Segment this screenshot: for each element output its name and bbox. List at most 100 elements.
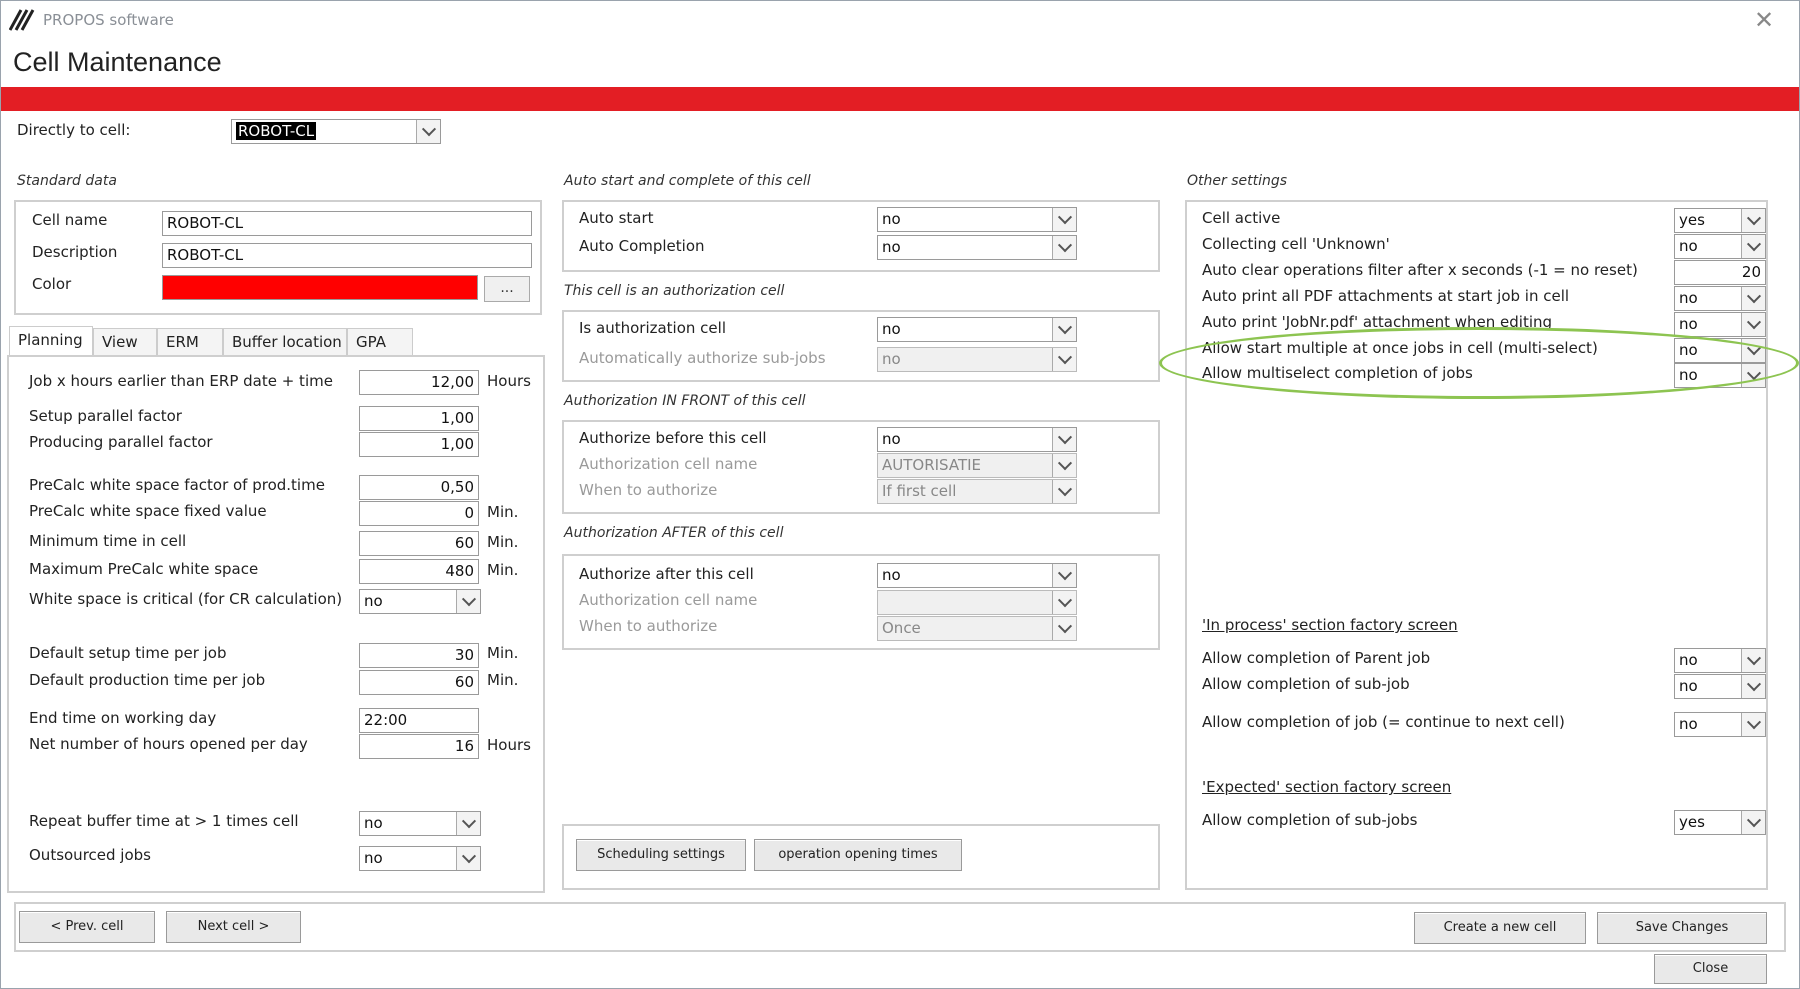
standard-data-title: Standard data	[17, 173, 117, 189]
authorization-cell-title: This cell is an authorization cell	[564, 283, 785, 299]
combo-value: no	[882, 238, 901, 256]
planning-label: Net number of hours opened per day	[29, 735, 308, 753]
chevron-down-icon[interactable]	[1052, 564, 1076, 587]
chevron-down-icon[interactable]	[1052, 617, 1076, 640]
planning-field[interactable]: 16	[359, 734, 479, 759]
planning-label: Outsourced jobs	[29, 846, 151, 864]
planning-unit: Min.	[487, 644, 519, 662]
color-swatch[interactable]	[162, 275, 478, 300]
chevron-down-icon[interactable]	[1741, 339, 1765, 362]
chevron-down-icon[interactable]	[1741, 649, 1765, 672]
propos-logo-icon	[9, 9, 35, 31]
planning-label: Job x hours earlier than ERP date + time	[29, 372, 333, 390]
description-field[interactable]: ROBOT-CL	[162, 243, 532, 268]
chevron-down-icon[interactable]	[1052, 208, 1076, 231]
chevron-down-icon[interactable]	[1741, 713, 1765, 736]
operation-opening-times-button[interactable]: operation opening times	[754, 839, 962, 871]
planning-label: Minimum time in cell	[29, 532, 187, 550]
tab-gpa[interactable]: GPA	[347, 328, 413, 357]
combo-value: no	[1679, 341, 1698, 359]
planning-field[interactable]: 60	[359, 531, 479, 556]
when-to-authorize-combo[interactable]: If first cell	[877, 479, 1077, 504]
outsourced-jobs-combo[interactable]: no	[359, 846, 481, 871]
allow-completion-job-combo[interactable]: no	[1674, 712, 1766, 737]
auto-print-jobnr-label: Auto print 'JobNr.pdf' attachment when e…	[1202, 313, 1553, 331]
repeat-buffer-combo[interactable]: no	[359, 811, 481, 836]
authorize-before-combo[interactable]: no	[877, 427, 1077, 452]
cell-active-combo[interactable]: yes	[1674, 208, 1766, 233]
chevron-down-icon[interactable]	[1052, 348, 1076, 371]
auto-completion-combo[interactable]: no	[877, 235, 1077, 260]
white-space-critical-combo[interactable]: no	[359, 589, 481, 614]
chevron-down-icon[interactable]	[1052, 454, 1076, 477]
planning-field[interactable]: 1,00	[359, 432, 479, 457]
authorization-cell-name-combo[interactable]: AUTORISATIE	[877, 453, 1077, 478]
close-button[interactable]: Close	[1654, 954, 1767, 984]
save-changes-button[interactable]: Save Changes	[1597, 912, 1767, 944]
planning-field[interactable]: 1,00	[359, 406, 479, 431]
chevron-down-icon[interactable]	[1052, 236, 1076, 259]
allow-completion-job-label: Allow completion of job (= continue to n…	[1202, 713, 1565, 731]
auto-print-jobnr-combo[interactable]: no	[1674, 312, 1766, 337]
is-authorization-cell-combo[interactable]: no	[877, 317, 1077, 342]
auto-clear-filter-field[interactable]: 20	[1674, 260, 1766, 285]
chevron-down-icon[interactable]	[1052, 318, 1076, 341]
chevron-down-icon[interactable]	[1741, 235, 1765, 258]
tab-view[interactable]: View	[93, 328, 157, 357]
tab-erm[interactable]: ERM	[157, 328, 223, 357]
planning-field[interactable]: 0,50	[359, 475, 479, 500]
chevron-down-icon[interactable]	[1741, 313, 1765, 336]
cell-name-field[interactable]: ROBOT-CL	[162, 211, 532, 236]
auto-authorize-sub-jobs-combo[interactable]: no	[877, 347, 1077, 372]
allow-completion-sub-jobs-combo[interactable]: yes	[1674, 810, 1766, 835]
planning-field[interactable]: 30	[359, 643, 479, 668]
planning-label: PreCalc white space factor of prod.time	[29, 476, 325, 494]
color-label: Color	[32, 275, 72, 293]
cell-name-label: Cell name	[32, 211, 108, 229]
chevron-down-icon[interactable]	[1052, 428, 1076, 451]
planning-field[interactable]: 22:00	[359, 708, 479, 733]
auto-print-pdf-combo[interactable]: no	[1674, 286, 1766, 311]
chevron-down-icon[interactable]	[1741, 675, 1765, 698]
scheduling-settings-button[interactable]: Scheduling settings	[576, 839, 746, 871]
allow-completion-sub-job-combo[interactable]: no	[1674, 674, 1766, 699]
authorization-cell-name-label: Authorization cell name	[579, 455, 758, 473]
next-cell-button[interactable]: Next cell >	[166, 911, 301, 943]
planning-field[interactable]: 0	[359, 501, 479, 526]
chevron-down-icon[interactable]	[416, 120, 440, 143]
chevron-down-icon[interactable]	[456, 847, 480, 870]
combo-value: no	[882, 430, 901, 448]
planning-label: Default setup time per job	[29, 644, 227, 662]
authorize-after-combo[interactable]: no	[877, 563, 1077, 588]
chevron-down-icon[interactable]	[456, 812, 480, 835]
close-icon[interactable]: ✕	[1751, 7, 1777, 33]
tab-buffer-location[interactable]: Buffer location	[223, 328, 347, 357]
collecting-cell-combo[interactable]: no	[1674, 234, 1766, 259]
combo-value: no	[1679, 677, 1698, 695]
header-accent-bar	[1, 87, 1799, 111]
chevron-down-icon[interactable]	[1052, 480, 1076, 503]
prev-cell-button[interactable]: < Prev. cell	[19, 911, 155, 943]
auto-clear-filter-label: Auto clear operations filter after x sec…	[1202, 261, 1638, 279]
authorization-after-cell-name-combo[interactable]	[877, 590, 1077, 615]
directly-to-cell-combo[interactable]: ROBOT-CL	[231, 119, 441, 144]
planning-field[interactable]: 60	[359, 670, 479, 695]
chevron-down-icon[interactable]	[1741, 364, 1765, 387]
chevron-down-icon[interactable]	[1741, 209, 1765, 232]
planning-field[interactable]: 480	[359, 559, 479, 584]
create-new-cell-button[interactable]: Create a new cell	[1414, 912, 1586, 944]
chevron-down-icon[interactable]	[1741, 287, 1765, 310]
allow-completion-parent-combo[interactable]: no	[1674, 648, 1766, 673]
auto-start-combo[interactable]: no	[877, 207, 1077, 232]
planning-field[interactable]: 12,00	[359, 370, 479, 395]
allow-multi-start-combo[interactable]: no	[1674, 338, 1766, 363]
chevron-down-icon[interactable]	[1052, 591, 1076, 614]
color-picker-button[interactable]: ...	[484, 276, 530, 302]
chevron-down-icon[interactable]	[1741, 811, 1765, 834]
combo-value: no	[1679, 315, 1698, 333]
tab-planning[interactable]: Planning	[9, 326, 93, 357]
chevron-down-icon[interactable]	[456, 590, 480, 613]
when-to-authorize-after-combo[interactable]: Once	[877, 616, 1077, 641]
combo-value: no	[882, 350, 901, 368]
allow-multiselect-completion-combo[interactable]: no	[1674, 363, 1766, 388]
